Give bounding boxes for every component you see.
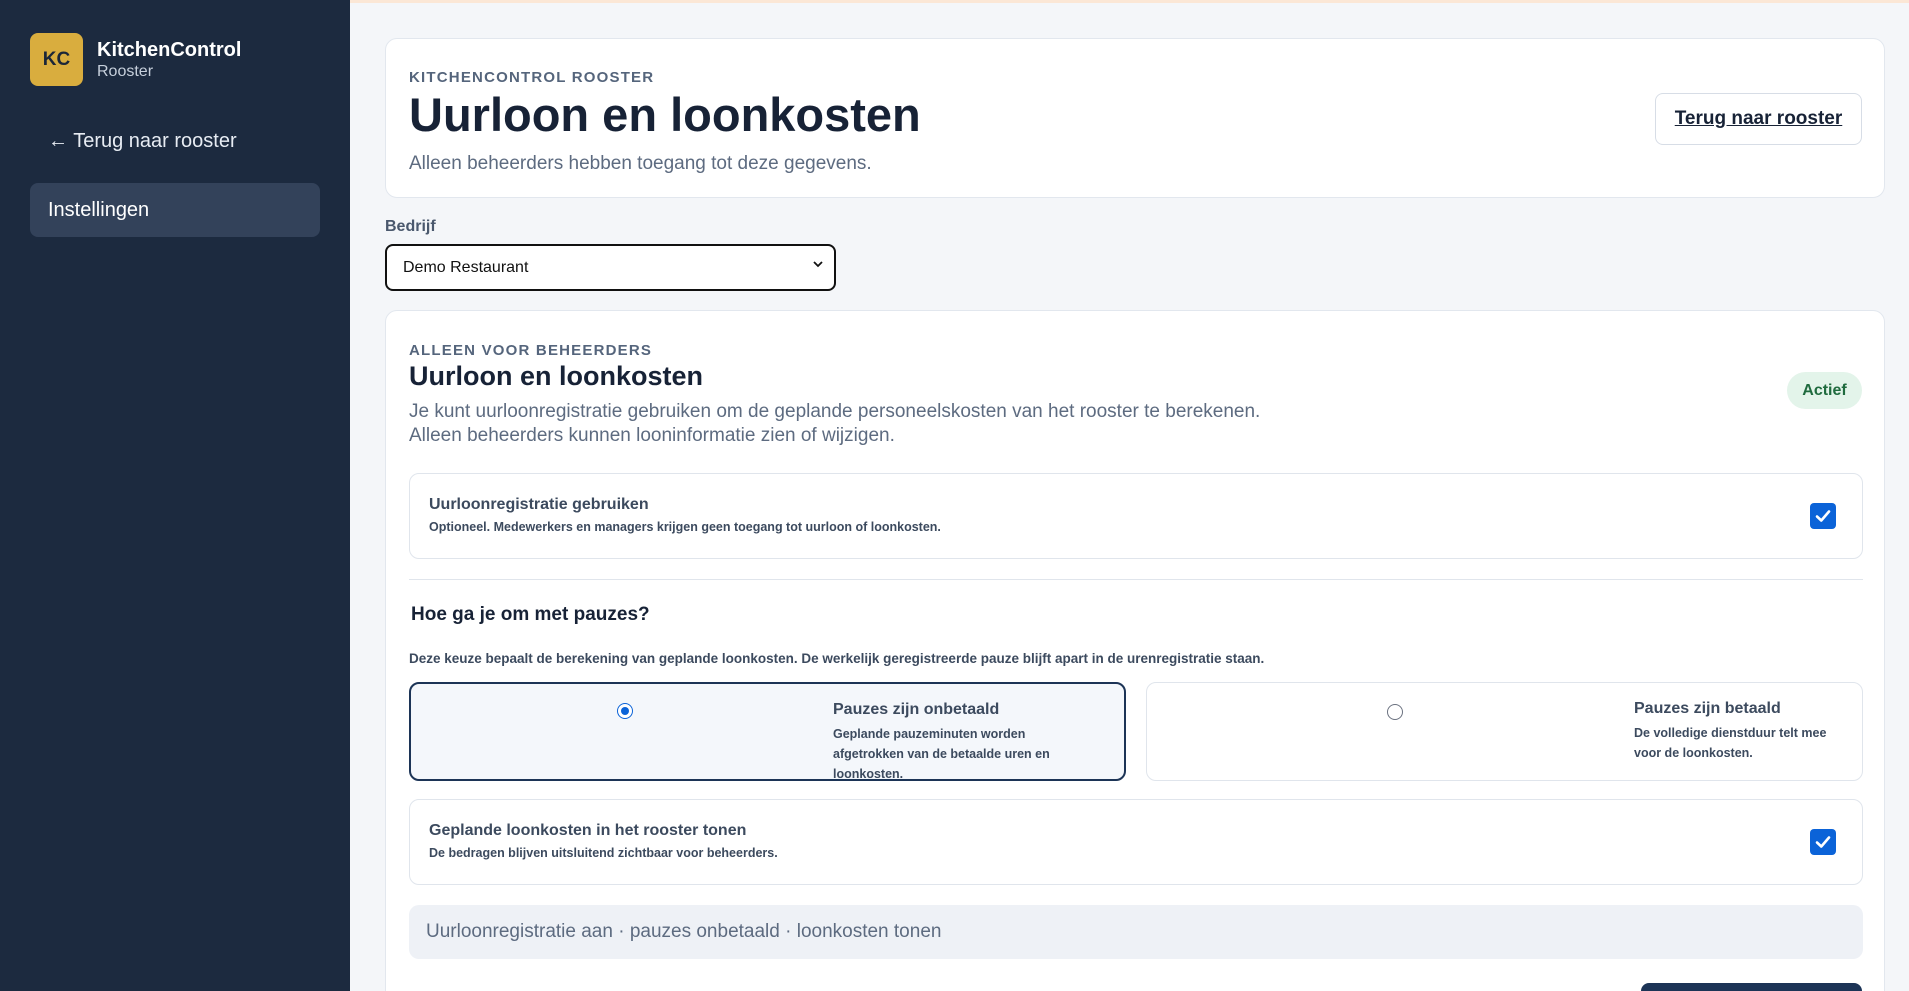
app-name: KitchenControl [97,38,242,61]
top-accent-line [350,0,1909,3]
header-eyebrow: KITCHENCONTROL ROOSTER [409,69,655,86]
pause-paid-text: Pauzes zijn betaald De volledige dienstd… [1634,699,1844,763]
brand: KC KitchenControl Rooster [30,33,241,86]
back-to-roster-button[interactable]: Terug naar rooster [1655,93,1862,145]
sidebar-item-label: Instellingen [48,198,150,221]
save-button[interactable] [1641,983,1862,991]
company-select-value: Demo Restaurant [403,258,529,276]
wage-settings-card: ALLEEN VOOR BEHEERDERS Uurloon en loonko… [385,310,1885,991]
pause-unpaid-radio[interactable] [617,703,633,719]
status-badge: Actief [1787,372,1862,409]
pause-unpaid-help: Geplande pauzeminuten worden afgetrokken… [833,727,1050,781]
settings-description: Je kunt uurloonregistratie gebruiken om … [409,400,1260,448]
pause-paid-radio[interactable] [1387,704,1403,720]
pause-paid-help: De volledige dienstduur telt mee voor de… [1634,726,1827,760]
company-select[interactable]: Demo Restaurant [385,244,836,291]
sidebar: KC KitchenControl Rooster ← Terug naar r… [0,0,350,991]
settings-title: Uurloon en loonkosten [409,361,703,391]
show-costs-checkbox[interactable] [1810,829,1836,855]
pause-option-unpaid[interactable]: Pauzes zijn onbetaald Geplande pauzeminu… [409,682,1126,781]
sidebar-item-instellingen[interactable]: Instellingen [30,183,320,237]
show-costs-option: Geplande loonkosten in het rooster tonen… [409,799,1863,885]
use-wage-help: Optioneel. Medewerkers en managers krijg… [429,520,941,534]
brand-text: KitchenControl Rooster [97,38,241,82]
pause-unpaid-text: Pauzes zijn onbetaald Geplande pauzeminu… [833,700,1093,784]
settings-description-line-2: Alleen beheerders kunnen looninformatie … [409,425,895,446]
checkmark-icon [1815,510,1831,522]
pause-option-paid[interactable]: Pauzes zijn betaald De volledige dienstd… [1146,682,1863,781]
chevron-down-icon [812,257,824,273]
pause-unpaid-title: Pauzes zijn onbetaald [833,701,1000,718]
app-subtitle: Rooster [97,62,154,80]
header-card: KITCHENCONTROL ROOSTER Uurloon en loonko… [385,38,1885,198]
page-subtitle: Alleen beheerders hebben toegang tot dez… [409,153,872,174]
use-wage-checkbox[interactable] [1810,503,1836,529]
pauses-help: Deze keuze bepaalt de berekening van gep… [409,651,1265,666]
divider [409,579,1863,580]
settings-eyebrow: ALLEEN VOOR BEHEERDERS [409,342,653,359]
settings-summary: Uurloonregistratie aan · pauzes onbetaal… [409,905,1863,959]
company-label: Bedrijf [385,218,436,235]
brand-logo: KC [30,33,83,86]
pause-paid-title: Pauzes zijn betaald [1634,700,1781,717]
show-costs-title: Geplande loonkosten in het rooster tonen [429,822,747,839]
pauses-title: Hoe ga je om met pauzes? [411,604,650,625]
page-title: Uurloon en loonkosten [409,88,921,141]
settings-description-line-1: Je kunt uurloonregistratie gebruiken om … [409,401,1261,422]
checkmark-icon [1815,836,1831,848]
sidebar-back-link[interactable]: ← Terug naar rooster [48,130,237,153]
use-wage-option: Uurloonregistratie gebruiken Optioneel. … [409,473,1863,559]
use-wage-title: Uurloonregistratie gebruiken [429,496,649,513]
show-costs-help: De bedragen blijven uitsluitend zichtbaa… [429,846,778,860]
